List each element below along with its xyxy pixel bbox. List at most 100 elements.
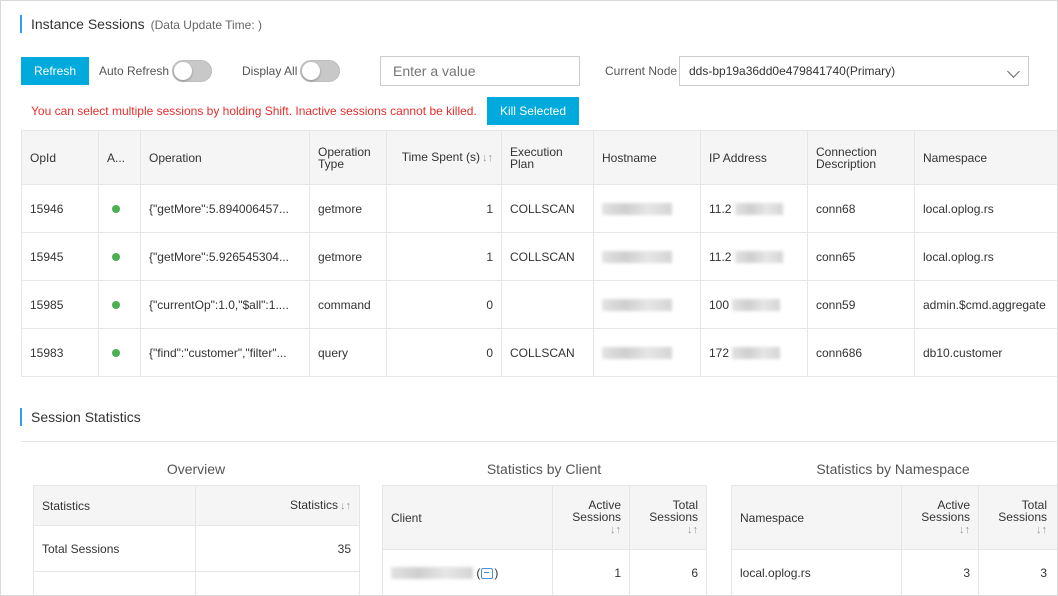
cell-stat-value: 35 [195,525,360,572]
cell-ip-address: 172 [700,328,808,377]
cell-opid: 15983 [21,328,99,377]
cell-time-spent: 1 [386,232,502,281]
table-row[interactable]: 15946 {"getMore":5.894006457... getmore … [21,184,1057,233]
col-opid[interactable]: OpId [21,130,99,185]
sort-icon[interactable]: ↓↑ [959,524,970,536]
cell-ip-address: 11.2 [700,184,808,233]
sort-icon[interactable]: ↓↑ [687,524,698,536]
paren-close: ) [494,565,499,580]
display-all-label: Display All [242,64,298,78]
col-execution-plan[interactable]: Execution Plan [501,130,594,185]
cell-total-sessions: 3 [978,549,1057,595]
table-row [33,571,360,595]
cell-active [98,280,141,329]
cell-execution-plan: COLLSCAN [501,328,594,377]
sort-icon[interactable]: ↓↑ [482,152,493,164]
cell-ip-address: 11.2 [700,232,808,281]
copy-icon[interactable] [481,567,494,579]
col-total-sessions-label: Total Sessions [649,498,698,524]
cell-operation-type: getmore [309,232,387,281]
redacted-hostname [602,347,672,360]
cell-namespace: local.oplog.rs [914,232,1057,281]
col-namespace[interactable]: Namespace [731,485,902,550]
cell-time-spent: 0 [386,280,502,329]
col-statistics[interactable]: Statistics [33,485,196,526]
cell-total-sessions: 6 [629,549,707,595]
cell-namespace: local.oplog.rs [731,549,902,595]
cell-operation: {"getMore":5.926545304... [140,232,310,281]
cell-operation-type: getmore [309,184,387,233]
cell-operation-type: command [309,280,387,329]
redacted-ip [734,251,783,264]
cell-active [98,184,141,233]
table-header-row: Statistics Statistics ↓↑ [33,485,360,526]
col-time-spent[interactable]: Time Spent (s) ↓↑ [386,130,502,185]
table-header-row: OpId A... Operation Operation Type Time … [21,130,1057,185]
ip-prefix: 100 [709,297,730,312]
divider [21,441,1057,442]
cell-empty [195,571,360,595]
chevron-down-icon [1007,65,1020,78]
sort-icon[interactable]: ↓↑ [610,524,621,536]
active-status-icon [112,252,120,261]
col-connection-description[interactable]: Connection Description [807,130,915,185]
by-namespace-table: Namespace Active Sessions ↓↑ Total Sessio… [731,485,1057,595]
cell-active-sessions: 3 [901,549,979,595]
ip-prefix: 172 [709,345,730,360]
overview-table: Statistics Statistics ↓↑ Total Sessions 3… [33,485,360,595]
active-status-icon [112,204,120,213]
auto-refresh-toggle[interactable] [172,60,212,82]
col-active-sessions[interactable]: Active Sessions ↓↑ [552,485,630,550]
col-total-sessions[interactable]: Total Sessions ↓↑ [978,485,1057,550]
col-operation-type[interactable]: Operation Type [309,130,387,185]
cell-hostname [593,280,701,329]
toggle-knob [174,62,192,80]
display-all-toggle[interactable] [300,60,340,82]
refresh-button[interactable]: Refresh [21,57,89,85]
kill-selected-button[interactable]: Kill Selected [487,97,579,125]
table-row[interactable]: 15985 {"currentOp":1.0,"$all":1.... comm… [21,280,1057,329]
active-status-icon [112,300,120,309]
cell-namespace: local.oplog.rs [914,184,1057,233]
table-row[interactable]: 15983 {"find":"customer","filter"... que… [21,328,1057,377]
redacted-client [391,567,473,580]
by-namespace-title: Statistics by Namespace [816,461,970,477]
col-client[interactable]: Client [382,485,553,550]
cell-connection: conn686 [807,328,915,377]
cell-time-spent: 1 [386,184,502,233]
table-row[interactable]: 15945 {"getMore":5.926545304... getmore … [21,232,1057,281]
redacted-ip [732,347,781,360]
redacted-hostname [602,203,672,216]
table-row: Total Sessions 35 [33,525,360,572]
kill-hint-text: You can select multiple sessions by hold… [31,104,477,118]
search-input[interactable] [380,56,580,86]
col-total-sessions-label: Total Sessions [998,498,1047,524]
section-title-text: Session Statistics [31,409,141,425]
current-node-select[interactable]: dds-bp19a36dd0e479841740(Primary) [679,56,1029,86]
col-ip-address[interactable]: IP Address [700,130,808,185]
cell-client: () [382,549,553,595]
col-active[interactable]: A... [98,130,141,185]
col-namespace[interactable]: Namespace [914,130,1057,185]
sort-icon[interactable]: ↓↑ [340,500,351,512]
instance-sessions-title: Instance Sessions (Data Update Time: ) [20,15,262,33]
table-row: local.oplog.rs 3 3 [731,549,1057,595]
col-hostname[interactable]: Hostname [593,130,701,185]
col-total-sessions[interactable]: Total Sessions ↓↑ [629,485,707,550]
col-statistics-value-label: Statistics [289,498,338,512]
redacted-hostname [602,299,672,312]
table-header-row: Namespace Active Sessions ↓↑ Total Sessio… [731,485,1057,550]
cell-active-sessions: 1 [552,549,630,595]
sessions-table: OpId A... Operation Operation Type Time … [21,130,1057,377]
cell-empty [33,571,196,595]
data-update-time: (Data Update Time: ) [150,18,262,32]
cell-opid: 15985 [21,280,99,329]
cell-stat-label: Total Sessions [33,525,196,572]
col-statistics-value[interactable]: Statistics ↓↑ [195,485,360,526]
redacted-ip [734,203,783,216]
cell-namespace: admin.$cmd.aggregate [914,280,1057,329]
col-operation[interactable]: Operation [140,130,310,185]
cell-active [98,232,141,281]
col-active-sessions[interactable]: Active Sessions ↓↑ [901,485,979,550]
sort-icon[interactable]: ↓↑ [1036,524,1047,536]
